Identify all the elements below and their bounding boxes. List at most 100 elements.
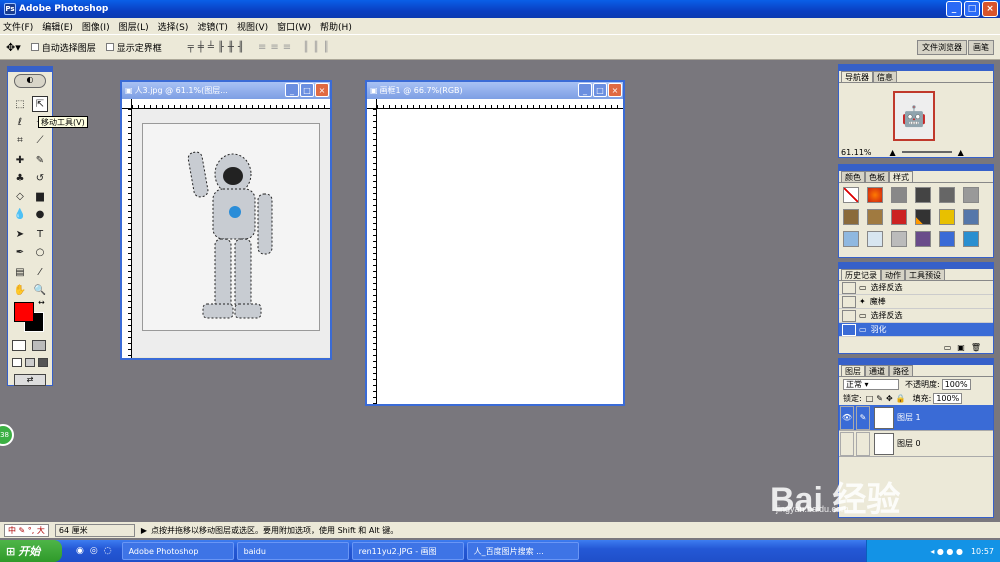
menu-file[interactable]: 文件(F): [3, 20, 33, 33]
notes-tool-icon[interactable]: ▤: [12, 264, 28, 280]
history-brush-icon[interactable]: ↺: [32, 170, 48, 186]
navigator-zoom[interactable]: 61.11%: [841, 148, 872, 157]
style-swatch[interactable]: [843, 187, 859, 203]
opacity-input[interactable]: 100%: [941, 378, 971, 390]
doc-minimize-button[interactable]: _: [578, 83, 592, 97]
style-swatch[interactable]: [939, 187, 955, 203]
canvas-blank[interactable]: [377, 109, 623, 404]
menu-select[interactable]: 选择(S): [158, 20, 189, 33]
align-bottom-icon[interactable]: ╧: [208, 42, 214, 53]
align-vcenter-icon[interactable]: ╪: [198, 42, 204, 53]
tab-info[interactable]: 信息: [873, 71, 897, 82]
style-swatch[interactable]: [867, 231, 883, 247]
tab-swatches[interactable]: 色板: [865, 171, 889, 182]
tab-channels[interactable]: 通道: [865, 365, 889, 376]
lasso-tool-icon[interactable]: ℓ: [12, 114, 28, 130]
task-paint[interactable]: ren11yu2.JPG - 画图: [351, 542, 464, 560]
document-titlebar[interactable]: ▣ 人3.jpg @ 61.1%(图层... _ □ ×: [122, 82, 330, 99]
eraser-tool-icon[interactable]: ◇: [12, 188, 28, 204]
eye-icon[interactable]: 👁: [840, 405, 854, 430]
history-item[interactable]: ▭ 选择反选: [839, 281, 993, 295]
minimize-button[interactable]: _: [946, 1, 962, 17]
tab-history[interactable]: 历史记录: [841, 269, 881, 280]
zoom-tool-icon[interactable]: 🔍: [32, 282, 48, 298]
layer-row[interactable]: 👁 ✎ 图层 1: [839, 405, 993, 431]
standard-mode-icon[interactable]: [12, 340, 26, 351]
style-swatch[interactable]: [891, 231, 907, 247]
fill-input[interactable]: 100%: [933, 392, 963, 404]
link-icon[interactable]: [856, 431, 870, 456]
doc-maximize-button[interactable]: □: [593, 83, 607, 97]
auto-select-checkbox[interactable]: 自动选择图层: [30, 41, 96, 54]
dodge-tool-icon[interactable]: ●: [32, 206, 48, 222]
style-swatch[interactable]: [867, 209, 883, 225]
gradient-tool-icon[interactable]: ▆: [32, 188, 48, 204]
tab-tool-presets[interactable]: 工具预设: [905, 269, 945, 280]
tab-brushes[interactable]: 画笔: [968, 40, 994, 55]
menu-window[interactable]: 窗口(W): [277, 20, 311, 33]
doc-info[interactable]: 64 厘米: [54, 523, 135, 537]
history-item[interactable]: ▭ 选择反选: [839, 309, 993, 323]
quicklaunch-icon[interactable]: ◉: [76, 546, 84, 556]
distribute-hcenter-icon[interactable]: ║: [313, 42, 319, 53]
lock-icons[interactable]: □✎✥🔒: [866, 394, 909, 403]
distribute-right-icon[interactable]: ║: [323, 42, 329, 53]
style-swatch[interactable]: [891, 209, 907, 225]
distribute-left-icon[interactable]: ║: [303, 42, 309, 53]
show-bounds-checkbox[interactable]: 显示定界框: [105, 41, 162, 54]
foreground-color-swatch[interactable]: [14, 302, 34, 322]
menu-help[interactable]: 帮助(H): [320, 20, 352, 33]
eyedropper-icon[interactable]: ⁄: [32, 264, 48, 280]
tab-file-browser[interactable]: 文件浏览器: [917, 40, 967, 55]
history-item[interactable]: ✦ 魔棒: [839, 295, 993, 309]
quickmask-mode-icon[interactable]: [32, 340, 46, 351]
move-tool-preset-icon[interactable]: ✥▾: [6, 41, 21, 54]
style-swatch[interactable]: [843, 209, 859, 225]
screen-mode-3-icon[interactable]: [38, 358, 48, 367]
tab-layers[interactable]: 图层: [841, 365, 865, 376]
style-swatch[interactable]: [939, 209, 955, 225]
history-item-current[interactable]: ▭ 羽化: [839, 323, 993, 337]
style-swatch[interactable]: [843, 231, 859, 247]
path-selection-icon[interactable]: ➤: [12, 226, 28, 242]
style-swatch[interactable]: [915, 187, 931, 203]
pen-tool-icon[interactable]: ✒: [12, 244, 28, 260]
jump-to-imageready-icon[interactable]: ⇄: [14, 374, 46, 386]
zoom-out-icon[interactable]: ▲: [890, 148, 896, 157]
task-photoshop[interactable]: Adobe Photoshop: [121, 542, 234, 560]
tab-color[interactable]: 颜色: [841, 171, 865, 182]
doc-maximize-button[interactable]: □: [300, 83, 314, 97]
style-swatch[interactable]: [963, 187, 979, 203]
start-button[interactable]: ⊞ 开始: [0, 540, 62, 562]
floating-badge[interactable]: 38: [0, 424, 14, 446]
ime-indicator[interactable]: 中 ✎ °, 大: [4, 523, 49, 537]
blur-tool-icon[interactable]: 💧: [12, 206, 28, 222]
menu-image[interactable]: 图像(I): [82, 20, 110, 33]
marquee-tool-icon[interactable]: ⬚: [12, 96, 28, 112]
style-swatch[interactable]: [915, 209, 931, 225]
slice-tool-icon[interactable]: ⟋: [32, 132, 48, 148]
tab-paths[interactable]: 路径: [889, 365, 913, 376]
navigator-preview[interactable]: 🤖: [893, 91, 935, 141]
tab-actions[interactable]: 动作: [881, 269, 905, 280]
document-window-robot[interactable]: ▣ 人3.jpg @ 61.1%(图层... _ □ ×: [120, 80, 332, 360]
task-baidu-folder[interactable]: baidu: [236, 542, 349, 560]
style-swatch[interactable]: [915, 231, 931, 247]
brush-link-icon[interactable]: ✎: [856, 405, 870, 430]
crop-tool-icon[interactable]: ⌗: [12, 132, 28, 148]
tab-styles[interactable]: 样式: [889, 171, 913, 182]
doc-close-button[interactable]: ×: [608, 83, 622, 97]
layer-name[interactable]: 图层 1: [897, 412, 921, 423]
align-left-icon[interactable]: ╟: [218, 42, 224, 53]
zoom-slider[interactable]: [901, 151, 952, 153]
shape-tool-icon[interactable]: ○: [32, 244, 48, 260]
style-swatch[interactable]: [939, 231, 955, 247]
brush-tool-icon[interactable]: ✎: [32, 152, 48, 168]
layer-row[interactable]: 图层 0: [839, 431, 993, 457]
canvas-robot[interactable]: [132, 109, 330, 357]
screen-mode-1-icon[interactable]: [12, 358, 22, 367]
menu-filter[interactable]: 滤镜(T): [197, 20, 228, 33]
status-arrow-icon[interactable]: ▶: [141, 526, 147, 535]
hand-tool-icon[interactable]: ✋: [12, 282, 28, 298]
eye-icon[interactable]: [840, 431, 854, 456]
